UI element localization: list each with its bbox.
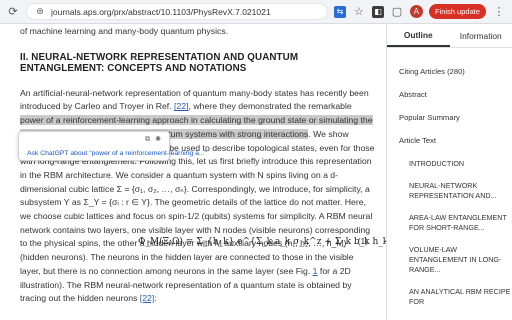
outline-sidebar: Outline Information Citing Articles (280… [386, 24, 512, 320]
sidebar-icon[interactable]: ▢ [390, 5, 404, 19]
outline-introduction[interactable]: INTRODUCTION [399, 159, 512, 169]
text-run: : [154, 293, 157, 304]
tab-outline[interactable]: Outline [387, 24, 450, 47]
ask-chatgpt-popup[interactable]: ⧉ ✺ Ask ChatGPT about "power of a reinfo… [18, 131, 207, 161]
finish-update-button[interactable]: Finish update [428, 4, 486, 19]
puzzle-icon[interactable]: ◧ [371, 5, 384, 18]
reload-icon[interactable]: ⟳ [6, 5, 20, 19]
outline-area-law[interactable]: AREA-LAW ENTANGLEMENT FOR SHORT-RANGE... [399, 213, 512, 233]
article-paragraph: An artificial-neural-network representat… [20, 87, 376, 306]
ask-chatgpt-text[interactable]: Ask ChatGPT about "power of a reinforcem… [27, 150, 207, 157]
equation-1: Φ_M(Ξ;Ω) = Σ_{h_k} e^{Σ_k a_k σ_k^z + Σ_… [20, 232, 512, 272]
outline-volume-law[interactable]: VOLUME-LAW ENTANGLEMENT IN LONG-RANGE... [399, 245, 512, 275]
intro-tail: of machine learning and many-body quantu… [20, 26, 229, 36]
popup-icon-row: ⧉ ✺ [145, 135, 161, 144]
outline-popular-summary[interactable]: Popular Summary [399, 112, 512, 123]
star-icon[interactable]: ☆ [352, 5, 366, 19]
outline-abstract[interactable]: Abstract [399, 89, 512, 100]
site-info-icon[interactable]: ⊜ [33, 5, 47, 19]
ref-link-22[interactable]: [22] [174, 101, 189, 111]
chatgpt-icon[interactable]: ✺ [155, 135, 161, 144]
equation-number: (1) [357, 236, 368, 246]
tab-information[interactable]: Information [450, 24, 512, 47]
text-run: , where they demonstrated the remarkable [188, 101, 352, 112]
browser-toolbar: ⟳ ⊜ journals.aps.org/prx/abstract/10.110… [0, 0, 512, 24]
avatar[interactable]: A [409, 5, 423, 18]
article-content: of machine learning and many-body quantu… [0, 24, 386, 320]
sidebar-tabs: Outline Information [387, 24, 512, 48]
outline-analytical-rbm[interactable]: AN ANALYTICAL RBM RECIPE FOR [399, 287, 512, 307]
copy-icon[interactable]: ⧉ [145, 135, 150, 144]
outline-nn-representation[interactable]: NEURAL-NETWORK REPRESENTATION AND... [399, 181, 512, 201]
outline-citing-articles[interactable]: Citing Articles (280) [399, 66, 512, 77]
menu-icon[interactable]: ⋮ [492, 5, 506, 19]
ref-link-22b[interactable]: [22] [140, 293, 155, 303]
extension-icon[interactable]: ⇆ [333, 5, 346, 18]
url-text: journals.aps.org/prx/abstract/10.1103/Ph… [51, 6, 271, 17]
address-bar[interactable]: ⊜ journals.aps.org/prx/abstract/10.1103/… [26, 3, 328, 20]
outline-list: Citing Articles (280) Abstract Popular S… [387, 66, 512, 307]
outline-article-text[interactable]: Article Text [399, 135, 512, 146]
section-heading: II. NEURAL-NETWORK REPRESENTATION AND QU… [20, 51, 299, 74]
